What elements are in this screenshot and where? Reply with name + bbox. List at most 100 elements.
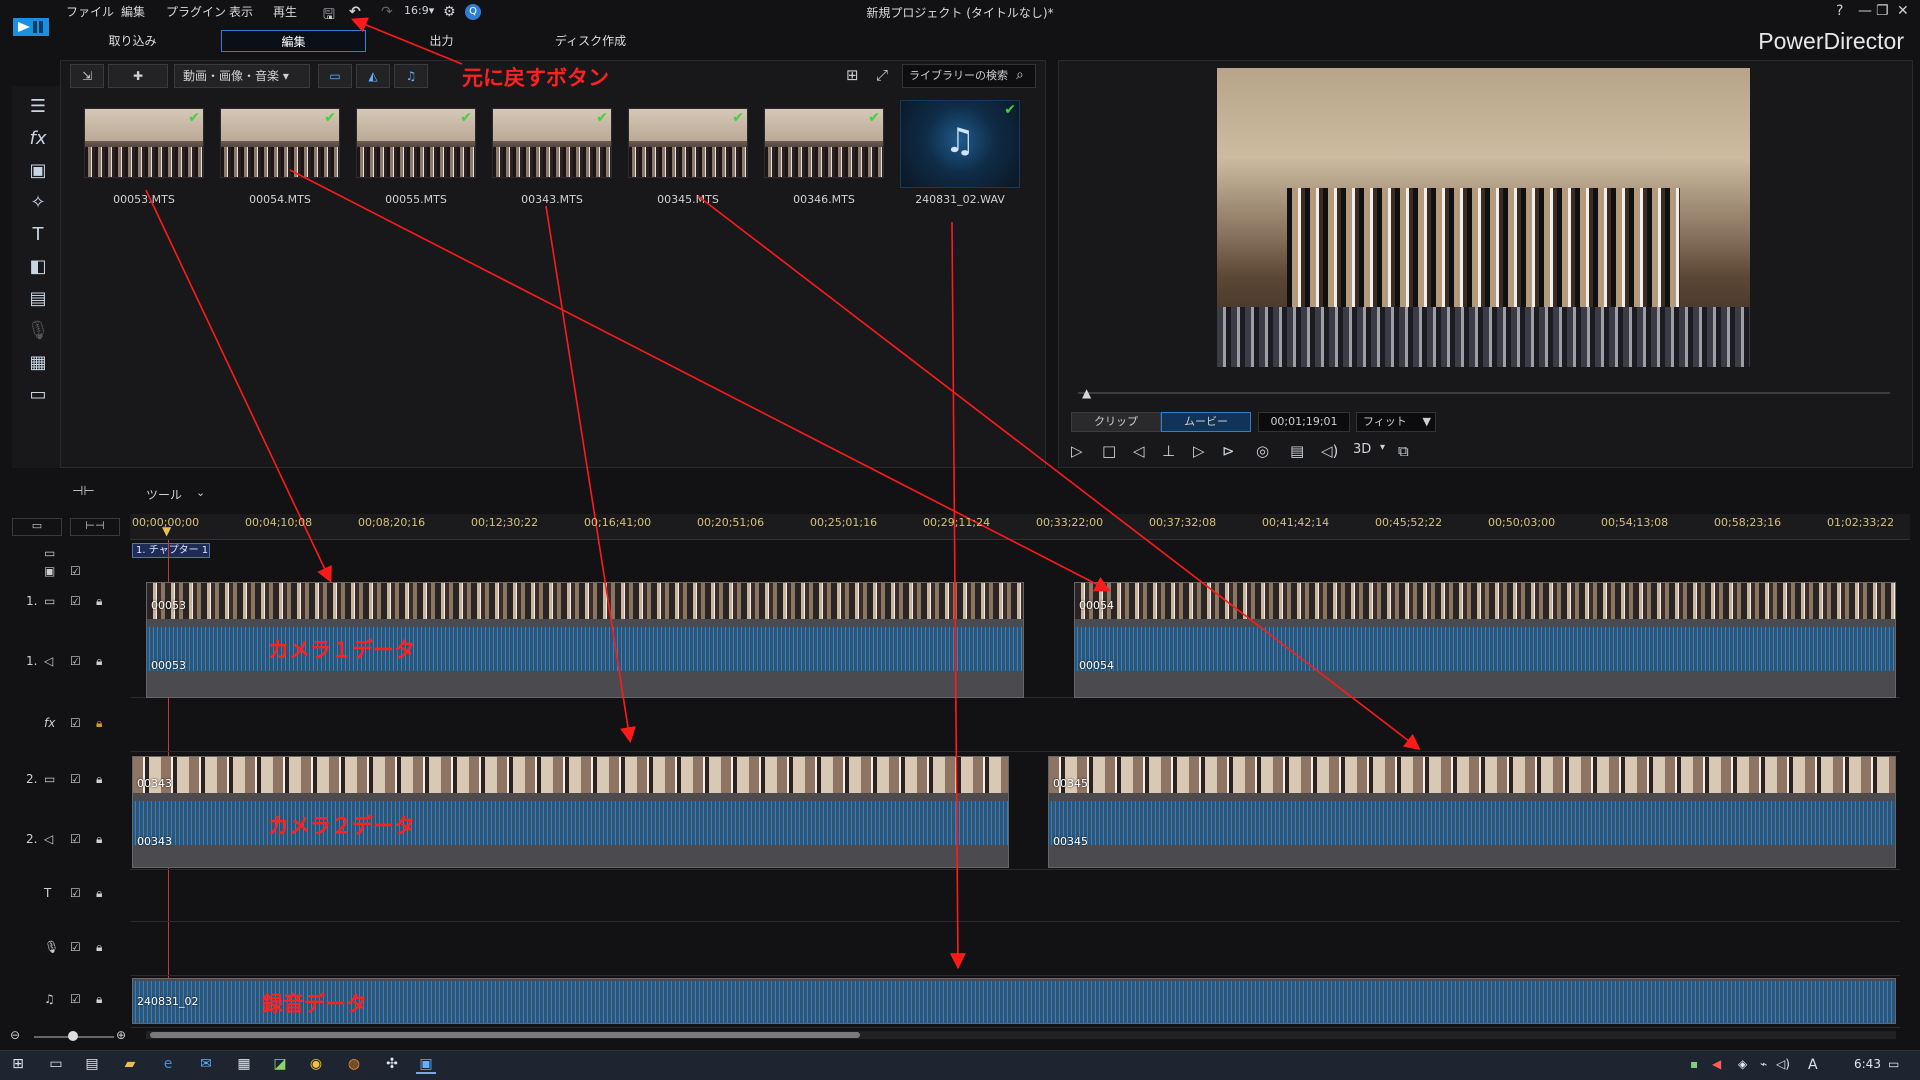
calculator-icon[interactable]: ▦	[234, 1056, 254, 1074]
settings-icon[interactable]: ⚙	[443, 4, 456, 20]
chrome-icon[interactable]: ◉	[306, 1056, 326, 1074]
lock-icon[interactable]: 🔒︎	[96, 886, 102, 901]
image-filter-icon[interactable]: ◭	[356, 64, 390, 88]
expand-icon[interactable]: ⤢	[876, 66, 888, 84]
aspect-ratio-icon[interactable]: 16:9▾	[404, 4, 434, 17]
track-enable-checkbox[interactable]: ☑	[70, 654, 81, 668]
play-icon[interactable]: ▷	[1071, 442, 1083, 460]
pip-room-icon[interactable]: ▣	[26, 160, 50, 182]
undo-icon[interactable]: ↶	[349, 4, 361, 20]
security-icon[interactable]: ◈	[1738, 1057, 1747, 1071]
clock[interactable]: 6:43	[1854, 1057, 1881, 1071]
particle-room-icon[interactable]: ✧	[26, 192, 50, 214]
track-enable-checkbox[interactable]: ☑	[70, 940, 81, 954]
chapter-room-icon[interactable]: ▦	[26, 352, 50, 374]
library-thumb-00343[interactable]: ✔	[492, 108, 612, 178]
chevron-down-icon[interactable]: ▾	[1380, 442, 1385, 453]
tray-icon[interactable]: ◀	[1712, 1057, 1721, 1071]
chapter-marker[interactable]: 1. チャプター 1	[132, 543, 210, 558]
firefox-icon[interactable]: ◍	[344, 1056, 364, 1074]
library-thumb-00345[interactable]: ✔	[628, 108, 748, 178]
powerdirector-taskbar-icon[interactable]: ▣	[416, 1056, 436, 1074]
library-thumb-00346[interactable]: ✔	[764, 108, 884, 178]
menu-file[interactable]: ファイル	[66, 3, 114, 20]
windows-start-icon[interactable]: ⊞	[8, 1056, 28, 1074]
redo-icon[interactable]: ↷	[381, 4, 393, 20]
voice-over-icon[interactable]: 🎙	[26, 320, 50, 342]
zoom-fit-dropdown[interactable]: フィット ▼	[1356, 412, 1436, 432]
file-explorer-icon[interactable]: ▰	[120, 1056, 140, 1074]
library-thumb-00053[interactable]: ✔	[84, 108, 204, 178]
tools-menu[interactable]: ツール	[146, 486, 182, 503]
undock-icon[interactable]: ⧉	[1398, 442, 1409, 460]
edge-icon[interactable]: e	[158, 1056, 178, 1074]
grid-view-icon[interactable]: ⊞	[846, 66, 859, 84]
minimize-icon[interactable]: —	[1858, 3, 1872, 19]
notification-center-icon[interactable]: ▭	[1888, 1057, 1899, 1071]
tab-disc[interactable]: ディスク作成	[518, 30, 663, 52]
lock-icon[interactable]: 🔒︎	[96, 772, 102, 787]
lock-icon[interactable]: 🔒︎	[96, 654, 102, 669]
lock-icon[interactable]: 🔒︎	[96, 940, 102, 955]
notification-icon[interactable]: Q	[465, 4, 481, 20]
menu-edit[interactable]: 編集	[121, 3, 145, 20]
track-enable-checkbox[interactable]: ☑	[70, 992, 81, 1006]
next-frame-icon[interactable]: ▷	[1193, 442, 1205, 460]
menu-playback[interactable]: 再生	[273, 3, 297, 20]
transition-room-icon[interactable]: ◧	[26, 256, 50, 278]
help-icon[interactable]: ?	[1836, 3, 1843, 19]
subtitle-room-icon[interactable]: ▭	[26, 384, 50, 406]
preview-scrubber[interactable]	[1078, 392, 1890, 394]
music-filter-icon[interactable]: ♫	[394, 64, 428, 88]
chevron-down-icon[interactable]: ⌄	[196, 486, 205, 499]
clip-camera2-a[interactable]: 00343 00343	[132, 756, 1009, 868]
import-media-icon[interactable]: ⇲	[70, 64, 104, 88]
timecode-display[interactable]: 00;01;19;01	[1258, 412, 1350, 432]
taskbar-app-icon[interactable]: ✣	[382, 1056, 402, 1074]
zoom-handle[interactable]	[68, 1031, 78, 1041]
3d-toggle[interactable]: 3D	[1353, 442, 1371, 457]
fx-room-icon[interactable]: fx	[26, 128, 50, 150]
track-enable-checkbox[interactable]: ☑	[70, 594, 81, 608]
lock-icon[interactable]: 🔒︎	[96, 594, 102, 609]
clip-mode-button[interactable]: クリップ	[1071, 412, 1161, 432]
tab-edit[interactable]: 編集	[221, 30, 366, 52]
zoom-in-icon[interactable]: ⊕	[116, 1028, 126, 1042]
menu-plugins[interactable]: プラグイン	[166, 3, 226, 20]
volume-icon[interactable]: ◁)	[1776, 1057, 1790, 1071]
clip-camera2-b[interactable]: 00345 00345	[1048, 756, 1896, 868]
library-thumb-00054[interactable]: ✔	[220, 108, 340, 178]
tab-capture[interactable]: 取り込み	[60, 30, 205, 52]
lock-icon[interactable]: 🔒︎	[96, 832, 102, 847]
tray-icon[interactable]: ▪	[1690, 1057, 1698, 1071]
stop-icon[interactable]: □	[1102, 442, 1116, 460]
movie-mode-button[interactable]: ムービー	[1161, 412, 1251, 432]
taskbar-app-icon[interactable]: ◪	[270, 1056, 290, 1074]
search-icon[interactable]: ⌕	[1016, 67, 1024, 83]
fast-forward-icon[interactable]: ⊳	[1222, 442, 1235, 460]
mail-icon[interactable]: ✉	[196, 1056, 216, 1074]
track-enable-checkbox[interactable]: ☑	[70, 772, 81, 786]
volume-icon[interactable]: ◁)	[1321, 442, 1338, 460]
track-enable-checkbox[interactable]: ☑	[70, 716, 81, 730]
lock-icon[interactable]: 🔒︎	[96, 992, 102, 1007]
snapshot-icon[interactable]: ◎	[1256, 442, 1269, 460]
taskbar-app-icon[interactable]: ▤	[82, 1056, 102, 1074]
taskbar-app-icon[interactable]: ▭	[46, 1056, 66, 1074]
clip-camera1-b[interactable]: 00054 00054	[1074, 582, 1896, 698]
plugin-icon[interactable]: ✚	[108, 64, 168, 88]
fit-timeline-icon[interactable]: ⊣⊢	[72, 484, 95, 499]
title-room-icon[interactable]: T	[26, 224, 50, 246]
tab-produce[interactable]: 出力	[369, 30, 514, 52]
save-icon[interactable]: 🖫	[323, 4, 335, 28]
track-manager-icon[interactable]: ▭	[12, 518, 62, 536]
media-filter-dropdown[interactable]: 動画・画像・音楽 ▾	[174, 64, 310, 88]
audio-mixer-icon[interactable]: ▤	[26, 288, 50, 310]
library-thumb-240831-02[interactable]: ♫ ✔	[900, 100, 1020, 188]
close-icon[interactable]: ✕	[1897, 3, 1909, 19]
track-enable-checkbox[interactable]: ☑	[70, 832, 81, 846]
media-room-icon[interactable]: ☰	[26, 96, 50, 118]
scrub-handle-icon[interactable]: ▲	[1082, 386, 1091, 400]
timeline-scroll-thumb[interactable]	[150, 1032, 860, 1038]
video-filter-icon[interactable]: ▭	[318, 64, 352, 88]
